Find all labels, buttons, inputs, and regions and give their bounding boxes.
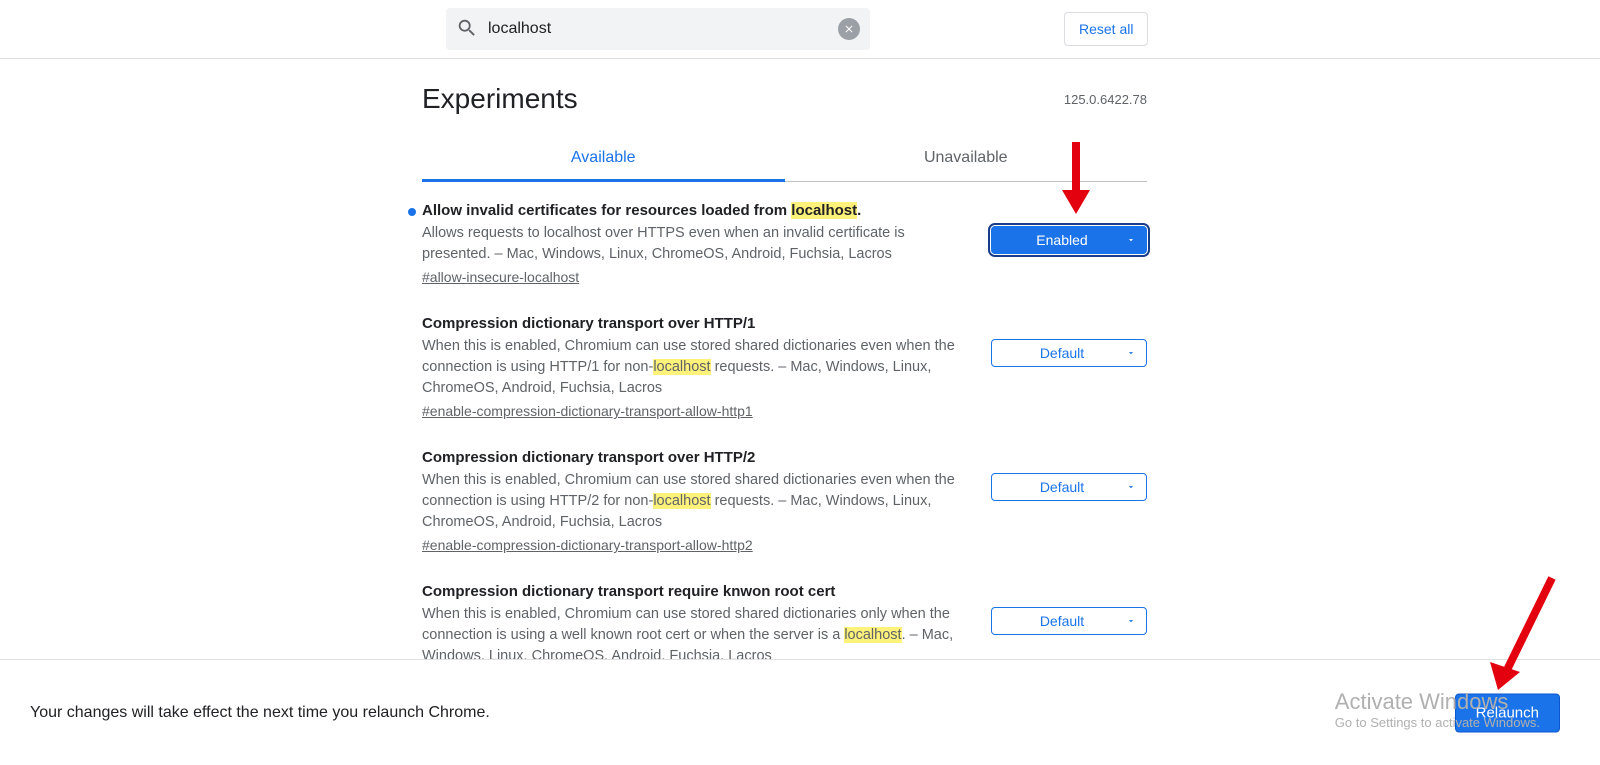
flags-list: Allow invalid certificates for resources… — [422, 202, 1147, 687]
flag-description: Allows requests to localhost over HTTPS … — [422, 223, 971, 265]
flag-select[interactable]: Enabled — [991, 226, 1147, 254]
chevron-down-icon — [1126, 345, 1136, 361]
flag-title: Allow invalid certificates for resources… — [422, 202, 971, 219]
flag-title: Compression dictionary transport over HT… — [422, 315, 971, 332]
modified-indicator-icon — [408, 208, 416, 216]
restart-message: Your changes will take effect the next t… — [30, 704, 490, 722]
flag-row: Compression dictionary transport over HT… — [422, 449, 1147, 553]
flag-description: When this is enabled, Chromium can use s… — [422, 470, 971, 533]
flag-select[interactable]: Default — [991, 473, 1147, 501]
page-title: Experiments — [422, 83, 578, 115]
flag-select-value: Default — [1040, 345, 1084, 361]
search-box[interactable] — [446, 8, 870, 50]
clear-search-icon[interactable] — [838, 18, 860, 40]
relaunch-button[interactable]: Relaunch — [1455, 693, 1560, 732]
flag-title: Compression dictionary transport over HT… — [422, 449, 971, 466]
chevron-down-icon — [1126, 613, 1136, 629]
flag-hash-link[interactable]: #enable-compression-dictionary-transport… — [422, 403, 753, 419]
tabs: Available Unavailable — [422, 137, 1147, 182]
search-input[interactable] — [478, 20, 838, 38]
flag-row: Allow invalid certificates for resources… — [422, 202, 1147, 285]
flag-hash-link[interactable]: #allow-insecure-localhost — [422, 269, 579, 285]
chevron-down-icon — [1126, 479, 1136, 495]
chevron-down-icon — [1126, 232, 1136, 248]
flag-hash-link[interactable]: #enable-compression-dictionary-transport… — [422, 537, 753, 553]
flag-select-value: Default — [1040, 613, 1084, 629]
search-icon — [456, 17, 478, 42]
flag-description: When this is enabled, Chromium can use s… — [422, 336, 971, 399]
flag-title: Compression dictionary transport require… — [422, 583, 971, 600]
restart-bar: Your changes will take effect the next t… — [0, 659, 1600, 765]
flag-select-value: Enabled — [1036, 232, 1087, 248]
flag-description: When this is enabled, Chromium can use s… — [422, 604, 971, 667]
reset-all-button[interactable]: Reset all — [1064, 12, 1148, 46]
flag-select-value: Default — [1040, 479, 1084, 495]
flag-select[interactable]: Default — [991, 339, 1147, 367]
top-bar: Reset all — [0, 0, 1600, 59]
flag-row: Compression dictionary transport over HT… — [422, 315, 1147, 419]
tab-available[interactable]: Available — [422, 137, 785, 182]
tab-unavailable[interactable]: Unavailable — [785, 137, 1148, 181]
version-label: 125.0.6422.78 — [1064, 92, 1147, 107]
content-area: Experiments 125.0.6422.78 Available Unav… — [422, 59, 1147, 687]
flag-select[interactable]: Default — [991, 607, 1147, 635]
